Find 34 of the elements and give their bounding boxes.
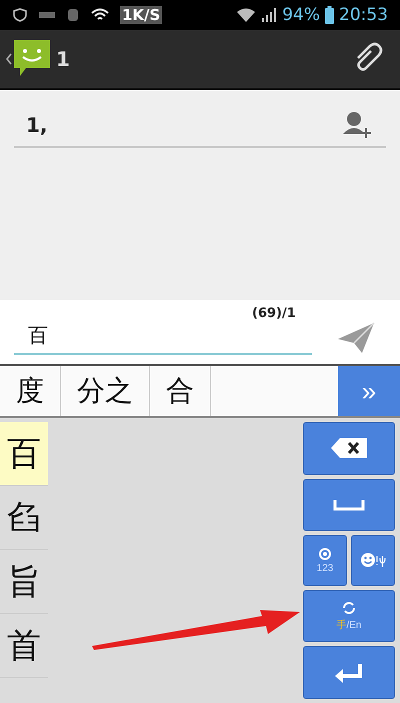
send-icon[interactable] (336, 320, 376, 354)
suggestion[interactable]: 合 (150, 366, 211, 416)
conversation-title: 1 (56, 47, 70, 71)
smiley-icon (360, 552, 386, 568)
back-caret-icon (6, 53, 12, 65)
network-speed: 1K/S (120, 6, 162, 24)
battery-percent: 94% (282, 5, 320, 25)
message-field[interactable]: 百 (14, 320, 312, 355)
candidate[interactable]: 百 (0, 422, 48, 486)
add-contact-icon[interactable] (342, 110, 372, 140)
candidate[interactable]: 臽 (0, 486, 48, 550)
backspace-key[interactable] (303, 422, 395, 475)
candidate[interactable]: 首 (0, 614, 48, 678)
candidate[interactable]: 旨 (0, 550, 48, 614)
character-counter: (69)/1 (252, 306, 296, 321)
ring-icon (318, 546, 332, 561)
signal-icon (261, 7, 278, 23)
more-suggestions-button[interactable]: » (338, 366, 400, 416)
suggestion[interactable]: 分之 (61, 366, 150, 416)
wifi-icon (236, 7, 256, 23)
suggestion[interactable]: 度 (0, 366, 61, 416)
switch-icon (341, 600, 357, 616)
space-key[interactable] (303, 478, 395, 532)
backspace-icon (330, 437, 368, 460)
emoji-key[interactable] (351, 535, 395, 586)
space-icon (333, 498, 365, 511)
smiley-message-icon (14, 40, 50, 78)
clock: 20:53 (339, 5, 388, 25)
enter-icon (334, 662, 364, 684)
battery-icon (325, 6, 334, 24)
shield-icon (12, 7, 28, 23)
enter-key[interactable] (303, 646, 395, 699)
back-button[interactable] (6, 40, 50, 78)
recipient-field[interactable]: 1, (14, 106, 386, 148)
